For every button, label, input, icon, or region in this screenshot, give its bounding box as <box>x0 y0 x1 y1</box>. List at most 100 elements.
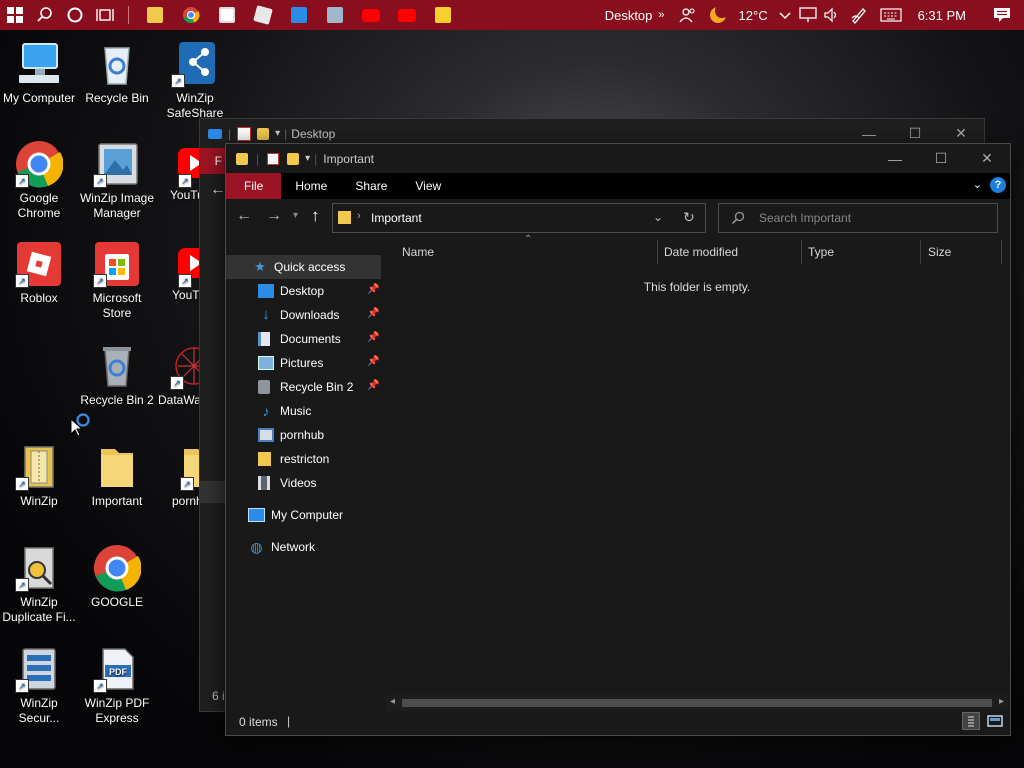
help-icon[interactable]: ? <box>990 177 1006 193</box>
recent-locations-button[interactable]: ▾ <box>293 210 298 221</box>
pin-icon[interactable]: 📌 <box>367 332 379 343</box>
nav-downloads[interactable]: ↓ Downloads <box>258 304 339 326</box>
back-arrow-icon[interactable]: ← <box>210 181 226 199</box>
details-view-button[interactable] <box>962 712 980 730</box>
roblox-icon: ↗ <box>15 240 63 288</box>
clock[interactable]: 6:31 PM <box>908 8 980 23</box>
expand-ribbon-icon[interactable]: ⌄ <box>973 178 982 191</box>
back-button[interactable]: ← <box>236 207 252 225</box>
tab-file[interactable]: File <box>226 173 282 199</box>
properties-icon[interactable] <box>267 152 280 165</box>
forward-button[interactable]: → <box>266 207 282 225</box>
nav-desktop[interactable]: Desktop <box>258 280 384 302</box>
show-hidden-icons-button[interactable] <box>774 0 796 30</box>
tab-share[interactable]: Share <box>341 173 401 199</box>
desktop-icon-recycle-bin-2[interactable]: Recycle Bin 2 <box>78 342 156 408</box>
desktop-toolbar-label[interactable]: Desktop <box>599 8 659 23</box>
column-type[interactable]: Type <box>808 240 918 264</box>
taskbar-file-explorer[interactable] <box>137 0 173 30</box>
nav-restricton[interactable]: restricton <box>258 448 329 470</box>
new-folder-icon[interactable] <box>287 152 300 165</box>
task-view-button[interactable] <box>90 0 120 30</box>
customize-quick-access-icon[interactable]: ▾ <box>305 153 310 164</box>
desktop-icon-recycle-bin[interactable]: Recycle Bin <box>78 40 156 106</box>
desktop-icon-winzip-safeshare[interactable]: ↗ WinZip SafeShare <box>156 40 234 121</box>
desktop-icon-winzip-duplicate-finder[interactable]: ↗ WinZip Duplicate Fi... <box>0 544 78 625</box>
desktop-icon-roblox[interactable]: ↗ Roblox <box>0 240 78 306</box>
column-divider[interactable] <box>920 240 921 264</box>
pin-icon[interactable]: 📌 <box>367 356 379 367</box>
scroll-left-arrow-icon[interactable]: ◂ <box>390 696 395 707</box>
desktop-icon-winzip-image-manager[interactable]: ↗ WinZip Image Manager <box>78 140 156 221</box>
desktop-icon-my-computer[interactable]: My Computer <box>0 40 78 106</box>
desktop-icon-label: Microsoft Store <box>92 291 142 320</box>
nav-recycle-bin-2[interactable]: Recycle Bin 2 <box>258 376 353 398</box>
network-tray-button[interactable] <box>796 0 820 30</box>
column-date-modified[interactable]: Date modified <box>664 240 800 264</box>
taskbar-roblox[interactable] <box>245 0 281 30</box>
pin-icon[interactable]: 📌 <box>367 380 379 391</box>
tab-home[interactable]: Home <box>281 173 341 199</box>
action-center-button[interactable] <box>980 0 1024 30</box>
taskbar-youtube-1[interactable] <box>353 0 389 30</box>
people-button[interactable] <box>673 0 703 30</box>
breadcrumb-separator-icon[interactable]: › <box>357 210 361 222</box>
search-input[interactable]: Search Important <box>718 203 998 233</box>
taskbar-image-manager[interactable] <box>317 0 353 30</box>
desktop-icon-datawa[interactable]: ↗ DataWa <box>156 342 202 408</box>
nav-music[interactable]: ♪ Music <box>258 400 312 422</box>
back-file-tab[interactable]: F <box>200 148 226 174</box>
column-divider[interactable] <box>801 240 802 264</box>
up-button[interactable]: ↑ <box>311 206 320 226</box>
start-button[interactable] <box>0 0 30 30</box>
chevron-down-icon[interactable]: ▾ <box>275 128 280 139</box>
pin-icon[interactable]: 📌 <box>367 308 379 319</box>
desktop-icon-label: WinZip PDF Express <box>84 696 150 725</box>
address-dropdown-icon[interactable]: ⌄ <box>653 210 663 224</box>
taskbar-sticky-notes[interactable] <box>425 0 461 30</box>
nav-videos[interactable]: Videos <box>258 472 316 494</box>
weather-temperature[interactable]: 12°C <box>733 8 774 23</box>
taskbar-store[interactable] <box>209 0 245 30</box>
desktop-icon-google-chrome[interactable]: ↗ Google Chrome <box>0 140 78 221</box>
column-divider[interactable] <box>657 240 658 264</box>
desktop-icon-microsoft-store[interactable]: ↗ Microsoft Store <box>78 240 156 321</box>
nav-documents[interactable]: Documents <box>258 328 341 350</box>
cortana-button[interactable] <box>60 0 90 30</box>
tab-view[interactable]: View <box>401 173 455 199</box>
desktop-icon-google[interactable]: GOOGLE <box>78 544 156 610</box>
pin-icon[interactable]: 📌 <box>367 284 379 295</box>
search-button[interactable] <box>30 0 60 30</box>
column-name[interactable]: Name <box>402 240 656 264</box>
nav-my-computer[interactable]: My Computer <box>248 504 343 526</box>
volume-button[interactable] <box>820 0 844 30</box>
refresh-icon[interactable]: ↻ <box>683 209 695 226</box>
maximize-button[interactable]: ☐ <box>918 144 964 173</box>
desktop-icon-important[interactable]: Important <box>78 443 156 509</box>
touch-keyboard-button[interactable] <box>874 0 908 30</box>
scrollbar-thumb[interactable] <box>402 699 992 707</box>
desktop-icon-winzip-pdf-express[interactable]: PDF ↗ WinZip PDF Express <box>78 645 156 726</box>
desktop-icon-winzip-secure[interactable]: ↗ WinZip Secur... <box>0 645 78 726</box>
taskbar-my-computer[interactable] <box>281 0 317 30</box>
scroll-right-arrow-icon[interactable]: ▸ <box>999 696 1004 707</box>
weather-button[interactable] <box>703 0 733 30</box>
pen-workspace-button[interactable] <box>844 0 874 30</box>
column-divider[interactable] <box>1001 240 1002 264</box>
nav-pictures[interactable]: Pictures <box>258 352 323 374</box>
monitor-icon <box>208 128 222 139</box>
chevrons-icon[interactable]: » <box>658 9 672 21</box>
taskbar-chrome[interactable] <box>173 0 209 30</box>
taskbar-youtube-2[interactable] <box>389 0 425 30</box>
breadcrumb-current[interactable]: Important <box>371 211 422 225</box>
address-bar[interactable]: › Important ⌄ ↻ <box>332 203 706 233</box>
minimize-button[interactable]: — <box>872 144 918 173</box>
nav-pornhub[interactable]: pornhub <box>258 424 324 446</box>
large-icons-view-button[interactable] <box>986 712 1004 730</box>
desktop-icon-winzip[interactable]: ↗ WinZip <box>0 443 78 509</box>
column-size[interactable]: Size <box>928 240 998 264</box>
nav-network[interactable]: ◍ Network <box>248 536 315 558</box>
close-button[interactable]: ✕ <box>964 144 1010 173</box>
important-explorer-window[interactable]: | ▾ | Important — ☐ ✕ File Home Share Vi… <box>225 143 1011 736</box>
nav-quick-access[interactable]: ★ Quick access <box>252 256 345 278</box>
